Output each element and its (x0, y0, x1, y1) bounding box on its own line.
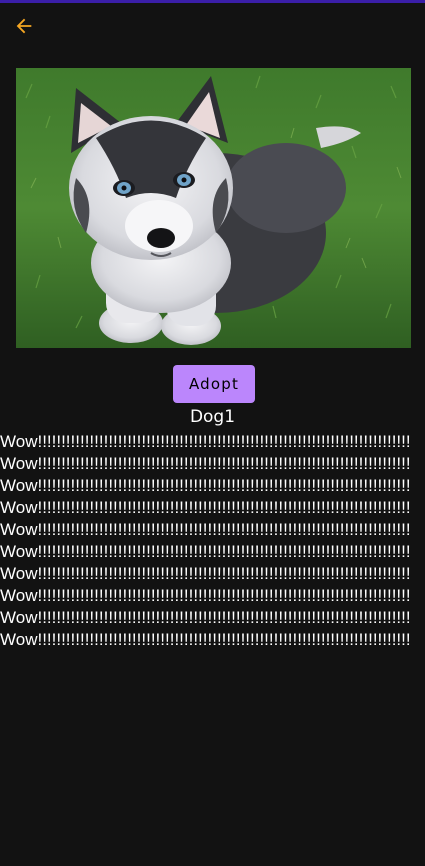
adopt-button[interactable]: Adopt (173, 365, 255, 403)
description-line: Wow!!!!!!!!!!!!!!!!!!!!!!!!!!!!!!!!!!!!!… (0, 608, 411, 627)
top-accent-bar (0, 0, 425, 3)
description-line: Wow!!!!!!!!!!!!!!!!!!!!!!!!!!!!!!!!!!!!!… (0, 476, 411, 495)
description-line: Wow!!!!!!!!!!!!!!!!!!!!!!!!!!!!!!!!!!!!!… (0, 520, 411, 539)
description-line: Wow!!!!!!!!!!!!!!!!!!!!!!!!!!!!!!!!!!!!!… (0, 542, 411, 561)
husky-puppy-image (16, 68, 411, 348)
description-line: Wow!!!!!!!!!!!!!!!!!!!!!!!!!!!!!!!!!!!!!… (0, 454, 411, 473)
description-line: Wow!!!!!!!!!!!!!!!!!!!!!!!!!!!!!!!!!!!!!… (0, 564, 411, 583)
description-line: Wow!!!!!!!!!!!!!!!!!!!!!!!!!!!!!!!!!!!!!… (0, 586, 411, 605)
back-button[interactable] (8, 10, 40, 42)
description-line: Wow!!!!!!!!!!!!!!!!!!!!!!!!!!!!!!!!!!!!!… (0, 432, 411, 451)
description-line: Wow!!!!!!!!!!!!!!!!!!!!!!!!!!!!!!!!!!!!!… (0, 630, 411, 649)
arrow-left-icon (16, 18, 32, 34)
description-line: Wow!!!!!!!!!!!!!!!!!!!!!!!!!!!!!!!!!!!!!… (0, 498, 411, 517)
dog-name: Dog1 (189, 407, 236, 427)
description-list: Wow!!!!!!!!!!!!!!!!!!!!!!!!!!!!!!!!!!!!!… (0, 431, 425, 866)
dog-photo (16, 68, 411, 348)
